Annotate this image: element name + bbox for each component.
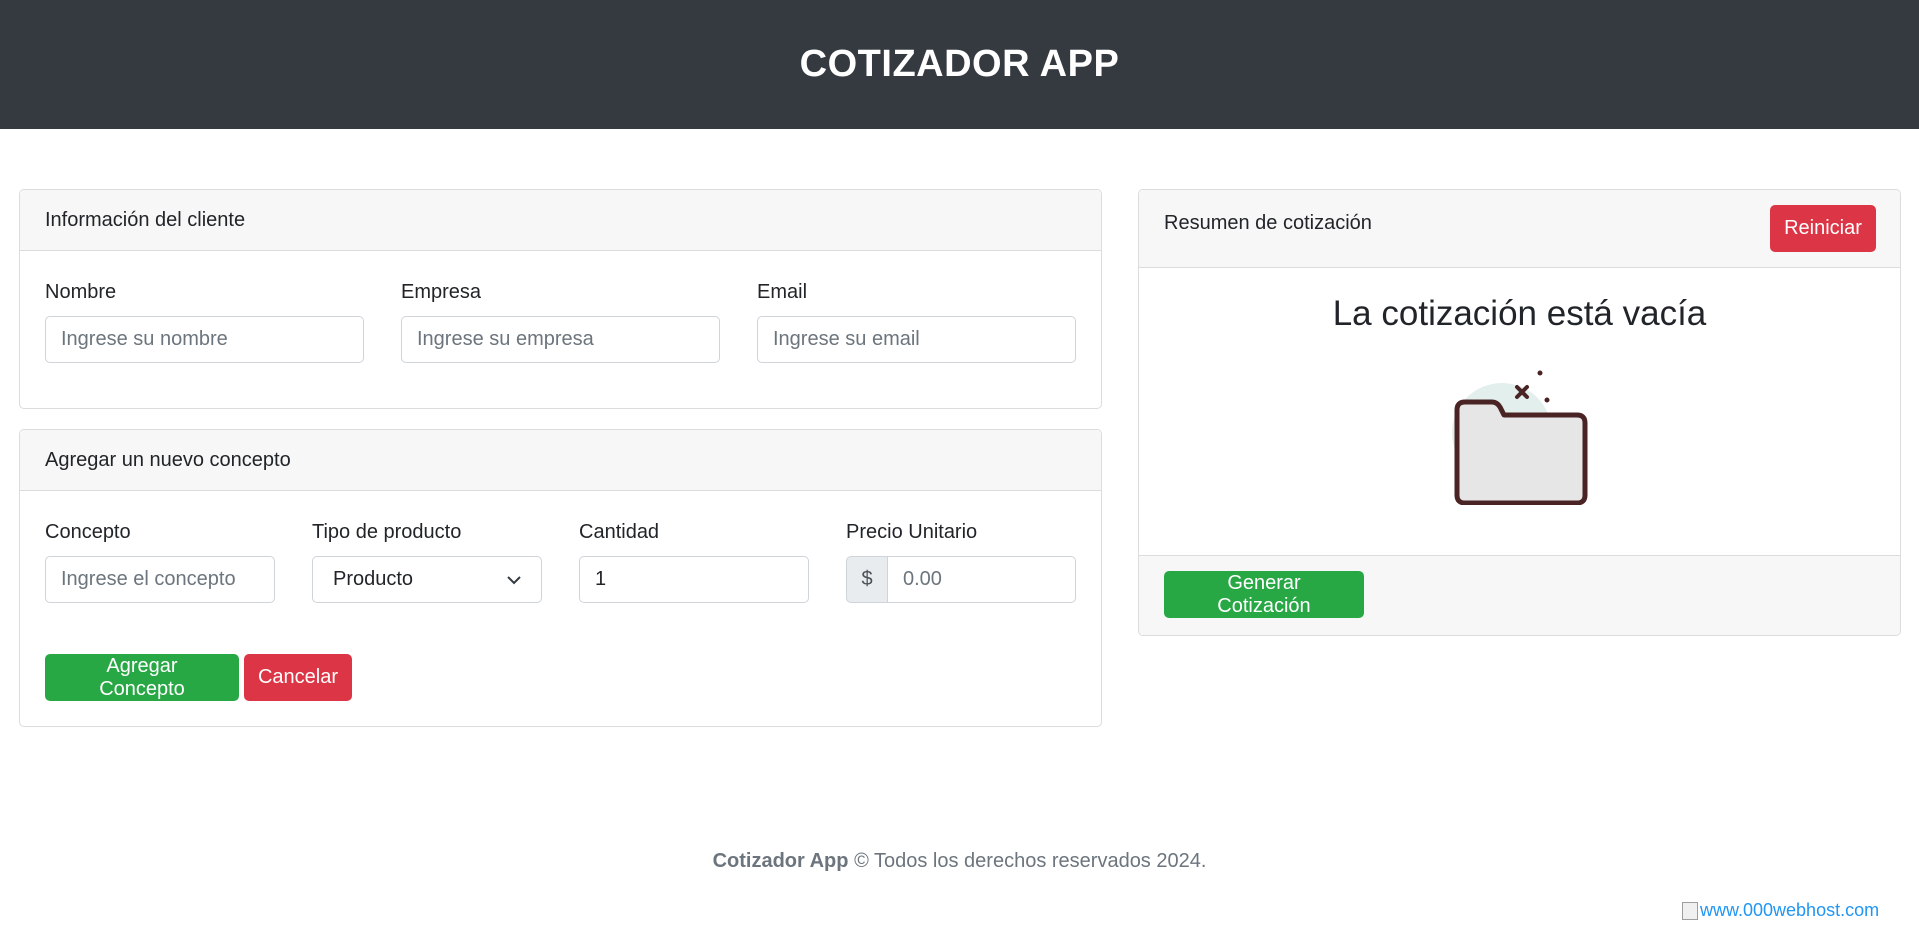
concept-input[interactable] [45, 556, 275, 603]
reset-button[interactable]: Reiniciar [1770, 205, 1876, 252]
unit-price-input[interactable] [887, 556, 1076, 603]
broken-image-icon [1682, 901, 1698, 920]
host-link-text[interactable]: www.000webhost.com [1700, 900, 1879, 921]
client-info-card: Información del cliente Nombre Empresa E… [19, 189, 1102, 409]
quantity-input[interactable] [579, 556, 809, 603]
page-footer: Cotizador App © Todos los derechos reser… [0, 850, 1919, 873]
generate-quote-button[interactable]: Generar Cotización [1164, 571, 1364, 618]
quote-summary-card: Resumen de cotización Reiniciar La cotiz… [1138, 189, 1901, 636]
new-concept-header: Agregar un nuevo concepto [20, 430, 1101, 491]
company-input[interactable] [401, 316, 720, 363]
quantity-label: Cantidad [579, 521, 660, 543]
product-type-select[interactable]: Producto [312, 556, 542, 603]
empty-quote-message: La cotización está vacía [1332, 294, 1707, 333]
footer-brand: Cotizador App [712, 850, 849, 872]
cancel-button[interactable]: Cancelar [244, 654, 352, 701]
product-type-value: Producto [333, 568, 414, 590]
app-header: COTIZADOR APP [0, 0, 1919, 129]
email-label: Email [757, 281, 808, 303]
footer-rights: © Todos los derechos reservados 2024. [854, 850, 1207, 872]
unit-price-label: Precio Unitario [846, 521, 978, 543]
email-input[interactable] [757, 316, 1076, 363]
add-concept-button[interactable]: Agregar Concepto [45, 654, 239, 701]
product-type-label: Tipo de producto [312, 521, 462, 543]
quote-summary-title: Resumen de cotización [1164, 212, 1372, 234]
currency-prefix: $ [846, 556, 888, 603]
client-info-header: Información del cliente [20, 190, 1101, 251]
client-info-title: Información del cliente [45, 208, 246, 231]
name-label: Nombre [45, 281, 117, 303]
company-label: Empresa [401, 281, 482, 303]
name-input[interactable] [45, 316, 364, 363]
new-concept-title: Agregar un nuevo concepto [45, 448, 291, 471]
concept-label: Concepto [45, 521, 131, 543]
host-link[interactable]: www.000webhost.com [1682, 900, 1879, 921]
quote-summary-footer: Generar Cotización [1139, 555, 1900, 635]
app-title: COTIZADOR APP [799, 43, 1120, 85]
empty-folder-icon [1442, 365, 1602, 510]
chevron-down-icon [507, 568, 521, 591]
quote-summary-header: Resumen de cotización Reiniciar [1139, 190, 1900, 268]
new-concept-card: Agregar un nuevo concepto Concepto Tipo … [19, 429, 1102, 727]
